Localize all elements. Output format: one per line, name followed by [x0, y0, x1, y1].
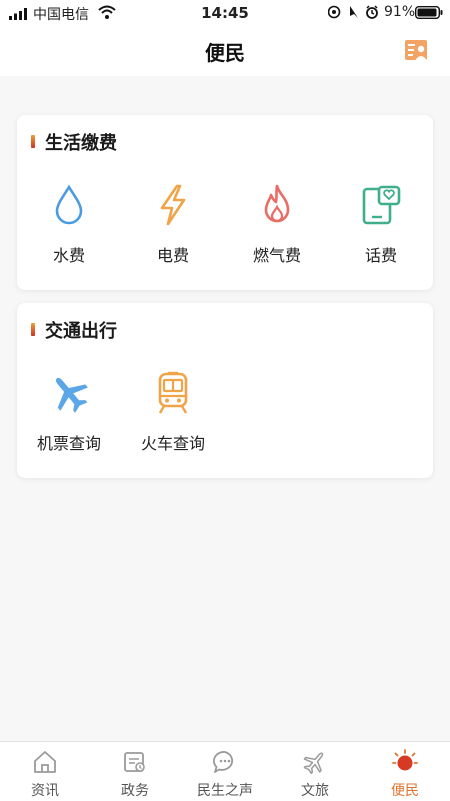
clock: 14:45: [201, 4, 249, 22]
gas-fee-label: 燃气费: [252, 246, 301, 265]
travel-card: 交通出行 机票查询 火车查询: [17, 303, 433, 478]
electric-fee-label: 电费: [156, 246, 189, 265]
water-fee-label: 水费: [52, 246, 85, 265]
tab-label: 政务: [121, 783, 149, 799]
water-fee-button[interactable]: 水费: [17, 183, 121, 273]
section-title: 生活缴费: [45, 133, 117, 154]
gas-fee-button[interactable]: 燃气费: [225, 183, 329, 273]
flight-query-button[interactable]: 机票查询: [17, 371, 121, 461]
tab-government[interactable]: 政务: [90, 742, 180, 801]
page-title: 便民: [205, 41, 245, 65]
battery-icon: [415, 6, 443, 19]
tab-label: 便民: [391, 783, 419, 799]
tab-convenience[interactable]: 便民: [360, 742, 450, 801]
chat-icon: [213, 751, 234, 773]
water-drop-icon: [55, 184, 83, 225]
train-icon: [158, 371, 188, 414]
tab-label: 文旅: [301, 783, 329, 799]
flight-query-label: 机票查询: [36, 434, 101, 453]
tab-culture-travel[interactable]: 文旅: [270, 742, 360, 801]
sun-icon: [392, 749, 418, 771]
document-icon: [124, 752, 145, 772]
battery-percent: 91%: [384, 4, 416, 20]
flame-icon: [264, 184, 290, 223]
location-alarm-icons: [328, 5, 378, 19]
status-bar: 中国电信 14:45 91%: [0, 0, 450, 26]
electric-fee-button[interactable]: 电费: [121, 183, 225, 273]
section-accent-bar: [31, 323, 35, 336]
phone-fee-button[interactable]: 话费: [329, 183, 433, 273]
airplane-icon: [55, 377, 88, 413]
home-icon: [34, 751, 56, 773]
section-accent-bar: [31, 135, 35, 148]
train-query-label: 火车查询: [140, 434, 205, 453]
phone-fee-label: 话费: [364, 246, 397, 265]
nav-bar: 便民: [0, 26, 450, 76]
bottom-tab-bar: 资讯 政务 民生之声 文旅 便民: [0, 741, 450, 801]
tab-public-voice[interactable]: 民生之声: [180, 742, 270, 801]
section-title: 交通出行: [45, 321, 117, 342]
life-payment-card: 生活缴费 水费 电费 燃气费 话费: [17, 115, 433, 290]
contact-card-icon[interactable]: [404, 39, 430, 63]
tab-label: 资讯: [31, 783, 59, 799]
plane-tab-icon: [303, 752, 324, 775]
tab-label: 民生之声: [197, 783, 253, 799]
lightning-icon: [160, 184, 186, 226]
tab-news[interactable]: 资讯: [0, 742, 90, 801]
train-query-button[interactable]: 火车查询: [121, 371, 225, 461]
phone-bill-icon: [362, 185, 401, 225]
